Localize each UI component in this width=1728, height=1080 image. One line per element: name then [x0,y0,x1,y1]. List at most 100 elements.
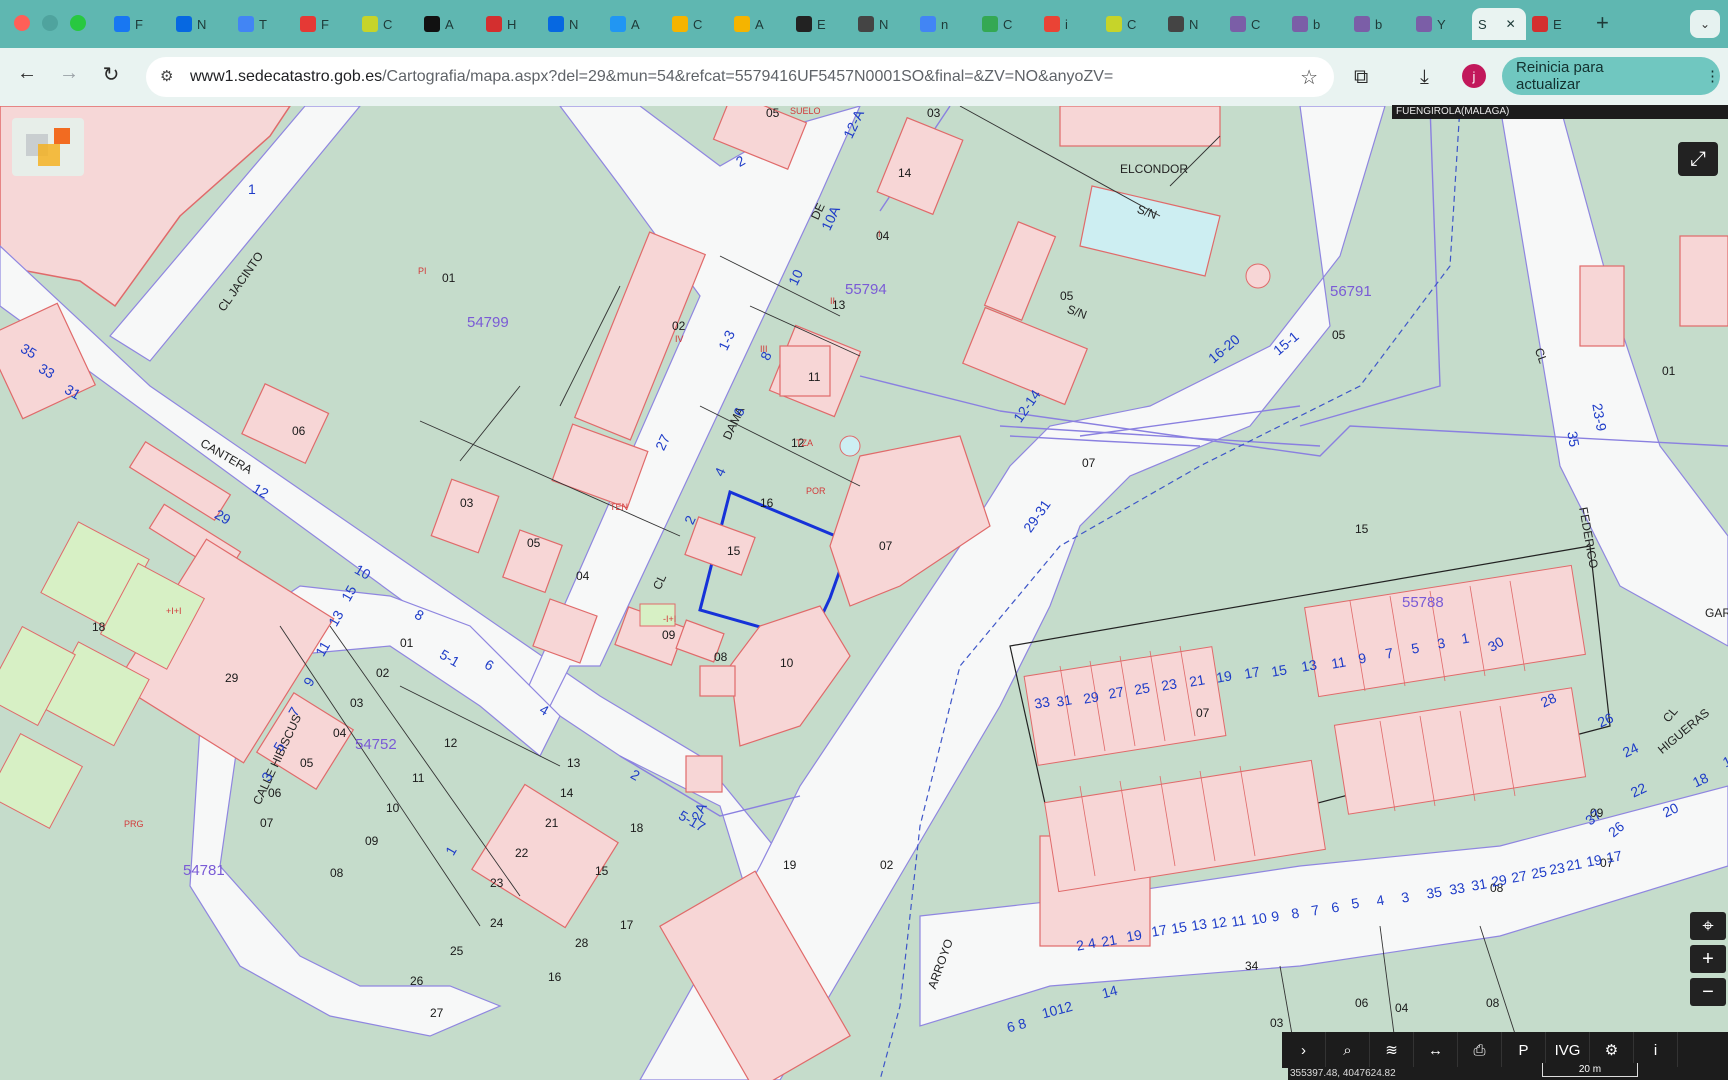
maximize-window-icon[interactable] [70,15,86,31]
profile-avatar[interactable]: j [1462,64,1486,88]
parcel-number: 15 [595,864,609,878]
house-number: 33 [1033,693,1052,712]
more-menu-icon[interactable]: ⋮ [1705,67,1720,85]
download-icon[interactable]: ⤓ [1420,66,1429,89]
extensions-icon[interactable]: ⧉ [1354,66,1368,89]
browser-tab[interactable]: C [976,8,1038,40]
house-number: 29 [1082,688,1101,707]
minimize-window-icon[interactable] [42,15,58,31]
info-icon[interactable]: i [1634,1032,1678,1068]
tab-title: b [1313,16,1321,32]
forward-icon[interactable]: → [54,62,84,92]
browser-tab[interactable]: C [1100,8,1162,40]
browser-tab[interactable]: H [480,8,542,40]
tab-title: Y [1437,16,1446,32]
browser-tab[interactable]: T [232,8,294,40]
catastro-logo-icon [26,128,70,166]
address-bar[interactable]: ⚙ www1.sedecatastro.gob.es/Cartografia/m… [146,57,1334,97]
parcel-tag: POR [806,486,826,496]
bookmark-star-icon[interactable]: ☆ [1300,65,1318,90]
tab-title: C [693,16,703,32]
parcel-number: 09 [365,834,379,848]
print-icon[interactable]: ⎙ [1458,1032,1502,1068]
tab-title: n [941,16,949,32]
browser-tab[interactable]: A [604,8,666,40]
parcel-number: 18 [630,821,644,835]
browser-tab[interactable]: C [1224,8,1286,40]
parcel-number: 03 [350,696,364,710]
browser-tab[interactable]: F [294,8,356,40]
locate-icon[interactable]: ⌖ [1690,912,1726,940]
block-code: 55794 [845,281,887,298]
tab-strip: F N T F C A H N A C A E Nn Ci C N Cb b Y S ✕ E + ⌄ [0,0,1728,48]
url-host: www1.sedecatastro.gob.es [190,68,383,85]
update-button[interactable]: Reinicia para actualizar ⋮ [1502,57,1720,95]
site-info-icon[interactable]: ⚙ [160,67,173,85]
search-icon[interactable]: ⌕ [1326,1032,1370,1068]
block-code: 54752 [355,736,397,753]
house-number: 11 [1330,653,1348,672]
browser-tab[interactable]: N [170,8,232,40]
tab-title: C [1127,16,1137,32]
tab-title: b [1375,16,1383,32]
fullscreen-icon[interactable]: ⤢ [1678,142,1718,176]
cadastral-map[interactable]: CL JACINTO CANTERA DE DAMA CL CALLE HIBISCUS A… [0,106,1728,1080]
municipality-label: FUENGIROLA(MALAGA) [1392,105,1728,119]
parcel-number: 05 [300,756,314,770]
back-icon[interactable]: ← [12,62,42,92]
parcel-number: 02 [672,319,686,333]
favicon-icon [1168,16,1184,32]
measure-icon[interactable]: ↔ [1414,1032,1458,1068]
parcel-number: 05 [1060,289,1074,303]
browser-tab[interactable]: b [1286,8,1348,40]
close-window-icon[interactable] [14,15,30,31]
favicon-icon [114,16,130,32]
tab-search-icon[interactable]: ⌄ [1690,10,1720,38]
browser-tab[interactable]: N [852,8,914,40]
browser-tab[interactable]: A [418,8,480,40]
browser-tab[interactable]: N [542,8,604,40]
close-tab-icon[interactable]: ✕ [1506,17,1516,31]
browser-tab[interactable]: E [790,8,852,40]
browser-tab[interactable]: C [356,8,418,40]
layers-icon[interactable]: ≋ [1370,1032,1414,1068]
parcel-number: 01 [400,636,414,650]
browser-tab[interactable]: E [1526,8,1588,40]
parcel-number: 10 [386,801,400,815]
favicon-icon [300,16,316,32]
parcel-number: 16 [548,970,562,984]
browser-tab[interactable]: A [728,8,790,40]
parcel-tag: PI [418,266,427,276]
parcel-number: 04 [333,726,347,740]
parcel-number: 09 [662,628,676,642]
expand-icon[interactable]: › [1282,1032,1326,1068]
house-number: 1 [248,181,256,197]
parcel-number: 05 [527,536,541,550]
tab-title: N [1189,16,1199,32]
house-number: 15 [1270,661,1289,680]
browser-tab[interactable]: n [914,8,976,40]
reload-icon[interactable]: ↻ [96,62,126,92]
house-number: 33 [1448,879,1467,898]
zoom-in-icon[interactable]: + [1690,945,1726,973]
browser-tab[interactable]: Y [1410,8,1472,40]
tab-title: A [631,16,640,32]
parcel-number: 07 [260,816,274,830]
favicon-icon [734,16,750,32]
tab-list: F N T F C A H N A C A E Nn Ci C N Cb b Y S ✕ E [108,8,1588,40]
browser-tab[interactable]: C [666,8,728,40]
parcel-info-icon[interactable]: P [1502,1032,1546,1068]
parcel-number: 23 [490,876,504,890]
new-tab-icon[interactable]: + [1596,10,1609,36]
tab-title: i [1065,16,1068,32]
zoom-out-icon[interactable]: − [1690,978,1726,1006]
house-number: 19 [1215,667,1234,686]
browser-tab[interactable]: S ✕ [1472,8,1526,40]
favicon-icon [672,16,688,32]
parcel-number: 16 [760,496,774,510]
favicon-icon [1292,16,1308,32]
browser-tab[interactable]: N [1162,8,1224,40]
browser-tab[interactable]: b [1348,8,1410,40]
browser-tab[interactable]: F [108,8,170,40]
browser-tab[interactable]: i [1038,8,1100,40]
